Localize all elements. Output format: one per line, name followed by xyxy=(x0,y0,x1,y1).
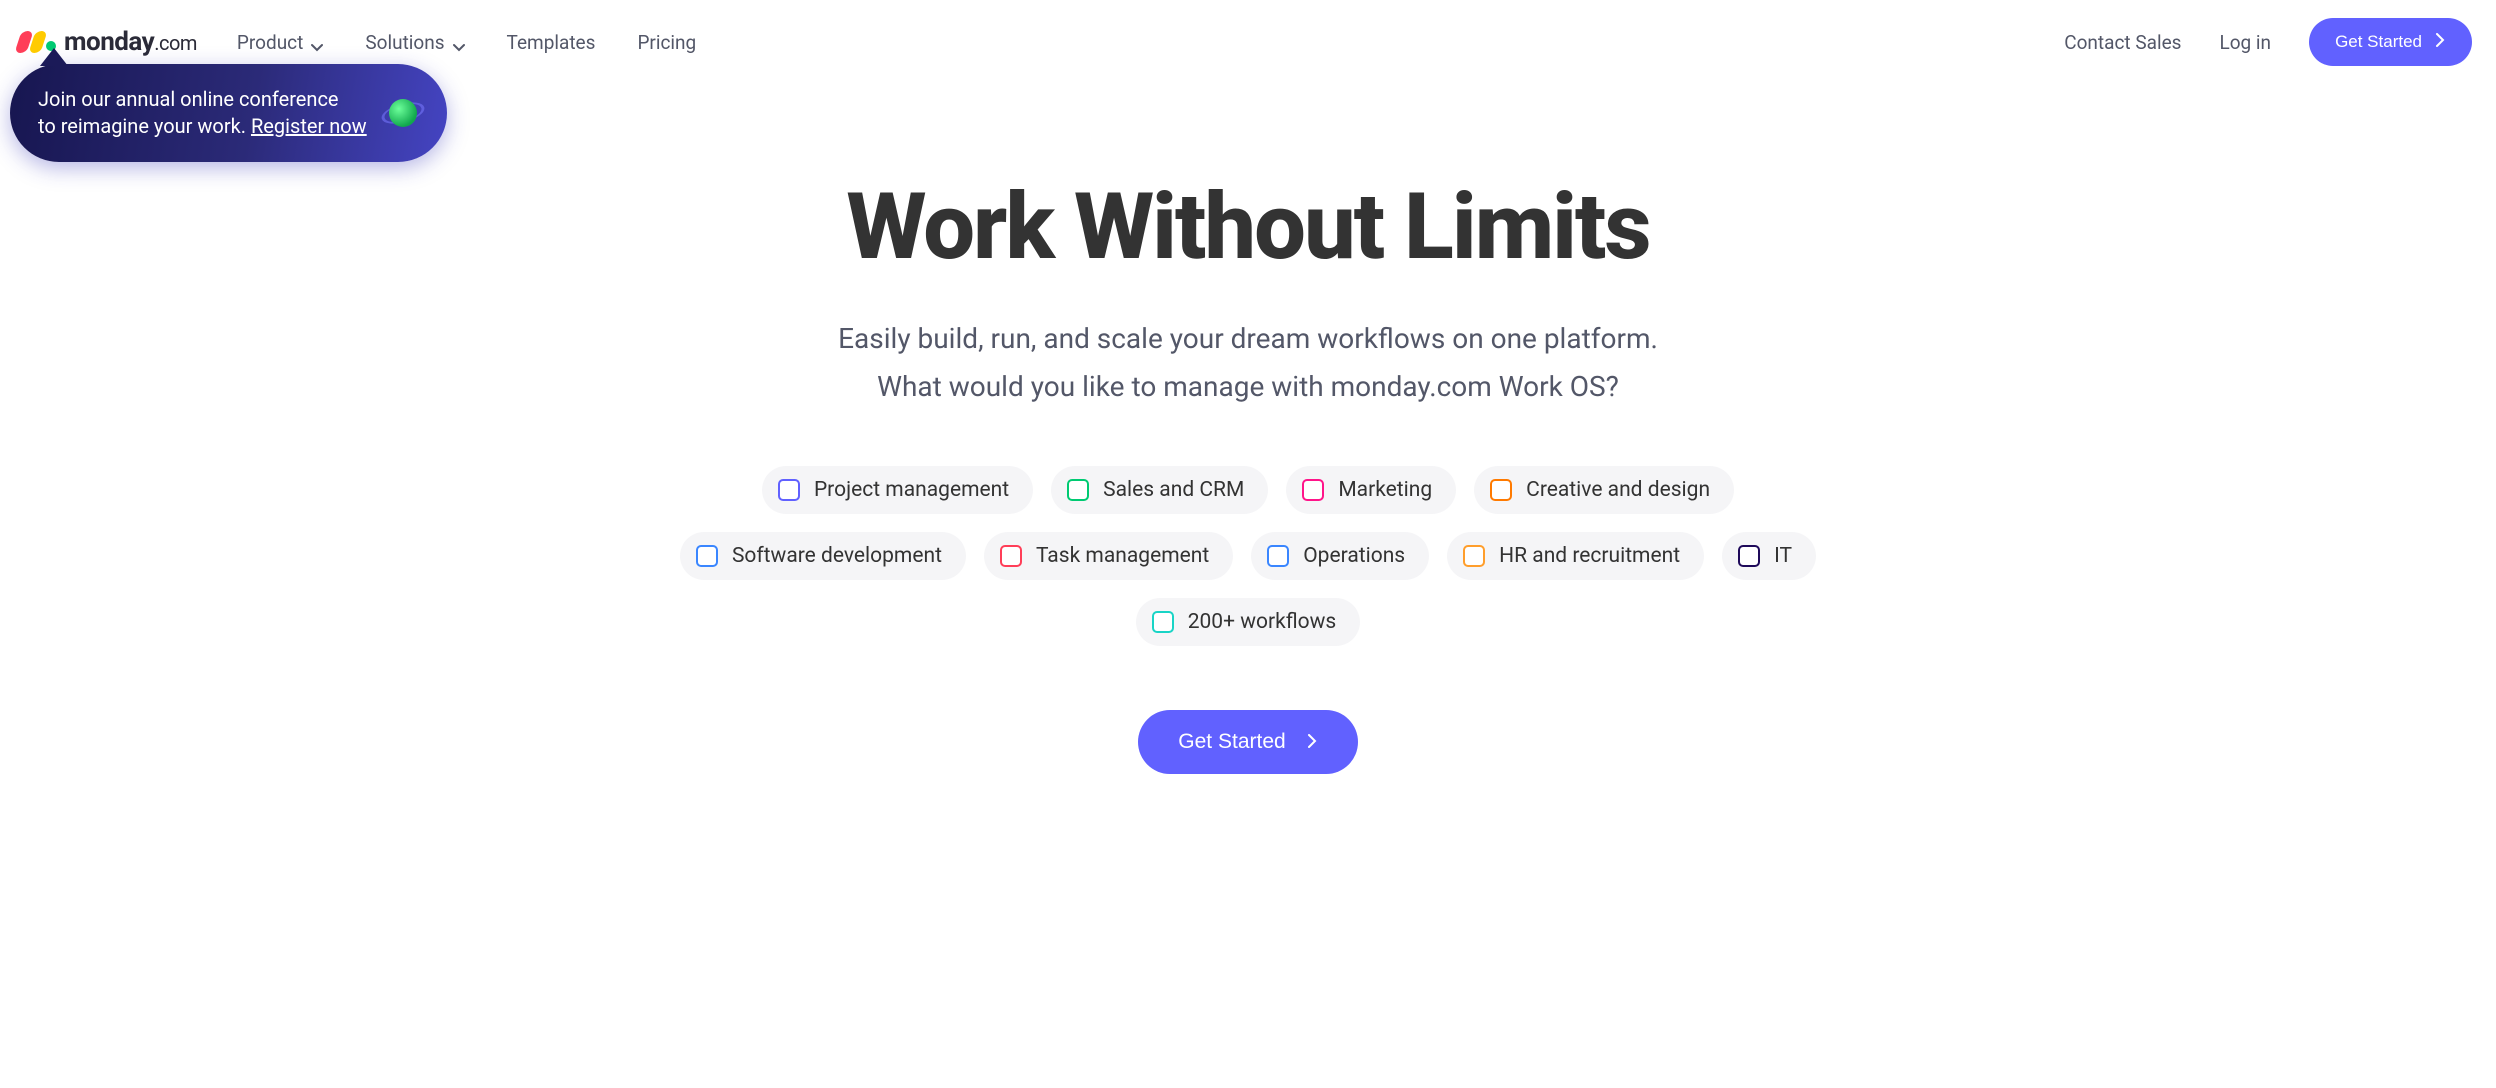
hero-sub-line1: Easily build, run, and scale your dream … xyxy=(24,315,2472,363)
category-label: Sales and CRM xyxy=(1103,478,1244,502)
category-checkbox[interactable] xyxy=(1000,545,1022,567)
chevron-down-icon xyxy=(453,36,465,48)
hero-section: Work Without Limits Easily build, run, a… xyxy=(0,84,2496,814)
category-pill[interactable]: Task management xyxy=(984,532,1233,580)
category-pill-group: Project management Sales and CRM Marketing… xyxy=(618,466,1878,646)
category-checkbox[interactable] xyxy=(1267,545,1289,567)
get-started-button-header[interactable]: Get Started xyxy=(2309,18,2472,66)
category-pill[interactable]: IT xyxy=(1722,532,1816,580)
promo-line2: to reimagine your work. Register now xyxy=(38,113,367,140)
category-checkbox[interactable] xyxy=(1067,479,1089,501)
brand-name: monday xyxy=(64,27,154,57)
category-label: Task management xyxy=(1036,544,1209,568)
category-pill[interactable]: Project management xyxy=(762,466,1033,514)
category-pill[interactable]: Creative and design xyxy=(1474,466,1734,514)
hero-sub-line2: What would you like to manage with monda… xyxy=(24,363,2472,411)
brand-logo-text: monday.com xyxy=(64,27,197,57)
get-started-button-hero[interactable]: Get Started xyxy=(1138,710,1357,774)
nav-solutions-label: Solutions xyxy=(365,31,444,54)
promo-banner[interactable]: Join our annual online conference to rei… xyxy=(10,64,447,162)
nav-pricing-label: Pricing xyxy=(637,31,696,54)
secondary-nav: Contact Sales Log in Get Started xyxy=(2064,18,2472,66)
category-pill[interactable]: HR and recruitment xyxy=(1447,532,1704,580)
category-checkbox[interactable] xyxy=(778,479,800,501)
category-pill[interactable]: Sales and CRM xyxy=(1051,466,1268,514)
category-pill[interactable]: 200+ workflows xyxy=(1136,598,1361,646)
category-checkbox[interactable] xyxy=(1490,479,1512,501)
category-pill[interactable]: Marketing xyxy=(1286,466,1456,514)
category-label: IT xyxy=(1774,544,1792,568)
promo-line1: Join our annual online conference xyxy=(38,86,367,113)
nav-contact-sales[interactable]: Contact Sales xyxy=(2064,31,2181,54)
hero-title: Work Without Limits xyxy=(24,174,2472,281)
category-label: Operations xyxy=(1303,544,1405,568)
category-label: Marketing xyxy=(1338,478,1432,502)
category-label: 200+ workflows xyxy=(1188,610,1337,634)
promo-line2-prefix: to reimagine your work. xyxy=(38,114,251,138)
category-label: HR and recruitment xyxy=(1499,544,1680,568)
planet-icon xyxy=(381,91,425,135)
category-checkbox[interactable] xyxy=(1738,545,1760,567)
category-checkbox[interactable] xyxy=(1302,479,1324,501)
nav-templates-label: Templates xyxy=(507,31,596,54)
chevron-right-icon xyxy=(2434,32,2446,52)
nav-solutions[interactable]: Solutions xyxy=(365,31,464,54)
category-label: Creative and design xyxy=(1526,478,1710,502)
category-label: Software development xyxy=(732,544,942,568)
nav-product[interactable]: Product xyxy=(237,31,323,54)
category-pill[interactable]: Operations xyxy=(1251,532,1429,580)
category-checkbox[interactable] xyxy=(1463,545,1485,567)
chevron-down-icon xyxy=(311,36,323,48)
primary-nav: Product Solutions Templates Pricing xyxy=(237,31,696,54)
category-checkbox[interactable] xyxy=(1152,611,1174,633)
nav-pricing[interactable]: Pricing xyxy=(637,31,696,54)
category-checkbox[interactable] xyxy=(696,545,718,567)
get-started-button-hero-label: Get Started xyxy=(1178,730,1285,754)
chevron-right-icon xyxy=(1306,730,1318,754)
get-started-button-header-label: Get Started xyxy=(2335,32,2422,52)
hero-cta-row: Get Started xyxy=(24,710,2472,774)
brand-ext: .com xyxy=(154,31,197,55)
category-label: Project management xyxy=(814,478,1009,502)
nav-templates[interactable]: Templates xyxy=(507,31,596,54)
hero-subtitle: Easily build, run, and scale your dream … xyxy=(24,315,2472,410)
nav-login[interactable]: Log in xyxy=(2219,31,2271,54)
nav-product-label: Product xyxy=(237,31,303,54)
promo-register-link[interactable]: Register now xyxy=(251,114,367,138)
category-pill[interactable]: Software development xyxy=(680,532,966,580)
